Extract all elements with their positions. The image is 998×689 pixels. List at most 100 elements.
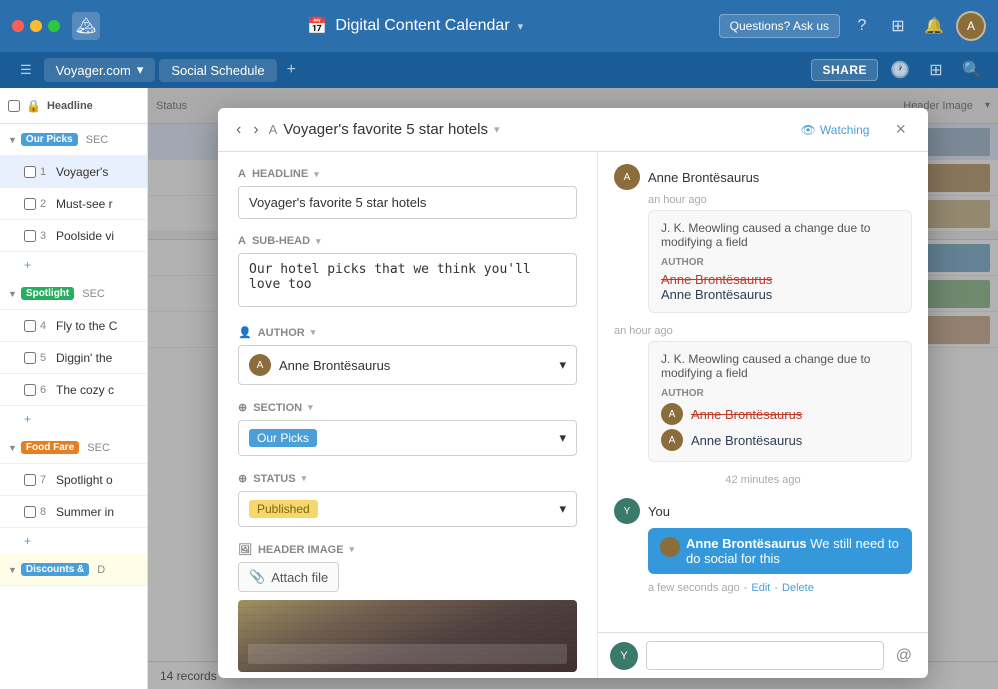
time-separator: 42 minutes ago [614,474,912,486]
author-select[interactable]: A Anne Brontësaurus ▾ [238,345,577,385]
edit-message-link[interactable]: Edit [751,582,770,594]
change-field-label: AUTHOR [661,257,899,268]
headline-icon: A [269,122,278,137]
change-card: J. K. Meowling caused a change due to mo… [648,210,912,313]
item-text: Diggin' the [56,351,139,365]
status-select[interactable]: Published ▾ [238,491,577,527]
spotlight-badge: Spotlight [21,287,74,300]
item-number: 3 [40,230,56,242]
list-item[interactable]: 6 The cozy c [0,374,147,406]
share-button[interactable]: SHARE [811,59,878,81]
author-avatar: A [249,354,271,376]
article-modal: ‹ › A Voyager's favorite 5 star hotels ▾… [218,108,928,678]
section-our-picks[interactable]: ▼ Our Picks SEC [0,124,147,156]
social-schedule-tab[interactable]: Social Schedule [159,59,276,82]
delete-message-link[interactable]: Delete [782,582,814,594]
author-label: 👤 AUTHOR ▾ [238,326,577,339]
hamburger-menu-button[interactable]: ☰ [12,58,40,82]
section-label: SEC [82,288,105,300]
section-value-badge: Our Picks [249,429,317,447]
section-select[interactable]: Our Picks ▾ [238,420,577,456]
help-icon[interactable]: ? [848,12,876,40]
chat-author-name: You [648,504,670,519]
chat-actions-row: a few seconds ago - Edit - Delete [614,582,912,594]
add-item-spotlight[interactable]: + [0,406,147,432]
notifications-icon[interactable]: 🔔 [920,12,948,40]
item-checkbox[interactable] [24,230,36,242]
subhead-input[interactable]: Our hotel picks that we think you'll lov… [238,253,577,307]
modal-next-button[interactable]: › [251,119,260,141]
questions-button[interactable]: Questions? Ask us [719,14,840,38]
subhead-field-icon: A [238,235,246,247]
modal-prev-button[interactable]: ‹ [234,119,243,141]
site-name: Voyager.com [56,63,131,78]
mention-name: Anne Brontësaurus [686,536,807,551]
change-description: J. K. Meowling caused a change due to mo… [661,352,899,380]
chat-author-name: Anne Brontësaurus [648,170,759,185]
item-checkbox[interactable] [24,352,36,364]
collapse-icon: ▼ [8,289,17,299]
add-item-our-picks[interactable]: + [0,252,147,278]
watching-indicator[interactable]: 👁 Watching [801,123,870,137]
section-spotlight[interactable]: ▼ Spotlight SEC [0,278,147,310]
top-bar-right: Questions? Ask us ? ⊞ 🔔 A [719,11,986,41]
dropdown-arrow-icon[interactable]: ▾ [518,20,524,33]
item-checkbox[interactable] [24,320,36,332]
item-checkbox[interactable] [24,198,36,210]
list-item[interactable]: 2 Must-see r [0,188,147,220]
history-icon[interactable]: 🕐 [886,56,914,84]
search-icon[interactable]: 🔍 [958,56,986,84]
chat-input-area: Y @ [598,632,928,678]
item-checkbox[interactable] [24,384,36,396]
attach-file-button[interactable]: 📎 Attach file [238,562,339,592]
item-number: 5 [40,352,56,364]
chat-message: an hour ago J. K. Meowling caused a chan… [614,325,912,462]
section-label: SEC [87,442,110,454]
item-checkbox[interactable] [24,506,36,518]
add-item-food-fare[interactable]: + [0,528,147,554]
headline-caret-icon: ▾ [314,169,319,180]
item-number: 7 [40,474,56,486]
list-item[interactable]: 8 Summer in [0,496,147,528]
headline-input[interactable] [238,186,577,219]
item-number: 8 [40,506,56,518]
site-dropdown-icon: ▾ [137,62,144,78]
status-value-badge: Published [249,500,318,518]
list-item[interactable]: 5 Diggin' the [0,342,147,374]
section-label: D [97,564,105,576]
collapse-icon: ▼ [8,443,17,453]
section-food-fare[interactable]: ▼ Food Fare SEC [0,432,147,464]
add-tab-button[interactable]: + [281,59,302,81]
select-all-checkbox[interactable] [8,100,20,112]
new-value: Anne Brontësaurus [661,287,899,302]
our-picks-badge: Our Picks [21,133,78,146]
chat-input-field[interactable] [646,641,884,670]
status-field-icon: ⊕ [238,472,247,485]
modal-close-button[interactable]: × [889,117,912,142]
main-content: Status Header Image ▾ [148,88,998,689]
list-item[interactable]: 7 Spotlight o [0,464,147,496]
header-image-label: 🖼 HEADER IMAGE ▾ [238,543,577,556]
apps-icon[interactable]: ⊞ [884,12,912,40]
minimize-traffic-light[interactable] [30,20,42,32]
change-field-label: AUTHOR [661,388,899,399]
item-number: 6 [40,384,56,396]
item-checkbox[interactable] [24,474,36,486]
modal-title-dropdown-icon[interactable]: ▾ [494,123,500,136]
close-traffic-light[interactable] [12,20,24,32]
at-mention-button[interactable]: @ [892,643,916,669]
maximize-traffic-light[interactable] [48,20,60,32]
section-discounts[interactable]: ▼ Discounts & D [0,554,147,586]
old-value: Anne Brontësaurus [661,272,899,287]
list-item[interactable]: 4 Fly to the C [0,310,147,342]
user-avatar[interactable]: A [956,11,986,41]
item-number: 1 [40,166,56,178]
list-item[interactable]: 3 Poolside vi [0,220,147,252]
site-tab[interactable]: Voyager.com ▾ [44,58,156,82]
item-checkbox[interactable] [24,166,36,178]
chat-area: A Anne Brontësaurus an hour ago J. K. Me… [598,152,928,632]
list-item[interactable]: 1 Voyager's [0,156,147,188]
food-fare-badge: Food Fare [21,441,79,454]
grid-view-icon[interactable]: ⊞ [922,56,950,84]
item-number: 2 [40,198,56,210]
